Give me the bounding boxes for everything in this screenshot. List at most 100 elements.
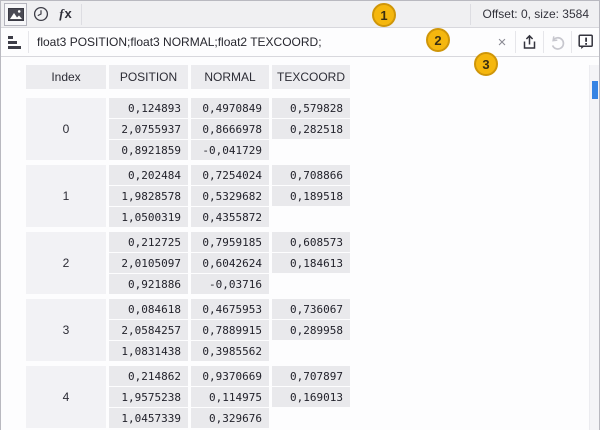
value-cell[interactable]: 0,608573: [272, 232, 350, 252]
value-cell[interactable]: -0,03716: [191, 274, 269, 294]
vertical-scrollbar[interactable]: [589, 65, 599, 430]
buffer-format-input[interactable]: [29, 29, 489, 55]
clock-icon: [33, 6, 49, 22]
value-cell[interactable]: 2,0584257: [109, 320, 188, 340]
column-position: 0,2024841,98285781,0500319: [109, 165, 188, 227]
value-cell[interactable]: 0,212725: [109, 232, 188, 252]
fx-icon: fx: [59, 6, 72, 22]
column-position: 0,2127252,01050970,921886: [109, 232, 188, 294]
column-header-index[interactable]: Index: [26, 65, 106, 89]
value-cell[interactable]: -0,041729: [191, 140, 269, 160]
empty-cell: [272, 341, 350, 361]
value-cell[interactable]: 0,6042624: [191, 253, 269, 273]
column-normal: 0,79591850,6042624-0,03716: [191, 232, 269, 294]
column-normal: 0,46759530,78899150,3985562: [191, 299, 269, 361]
value-cell[interactable]: 0,4675953: [191, 299, 269, 319]
clear-format-button[interactable]: ×: [489, 28, 515, 56]
annotation-badge-1: 1: [372, 3, 396, 27]
value-cell[interactable]: 0,7889915: [191, 320, 269, 340]
value-cell[interactable]: 0,921886: [109, 274, 188, 294]
buffer-rows: 00,1248932,07559370,89218590,49708490,86…: [1, 98, 599, 428]
value-cell[interactable]: 0,7254024: [191, 165, 269, 185]
index-cell[interactable]: 1: [26, 165, 106, 227]
value-cell[interactable]: 0,9370669: [191, 366, 269, 386]
column-texcoord: 0,7088660,189518: [272, 165, 350, 227]
value-cell[interactable]: 1,9828578: [109, 186, 188, 206]
export-icon: [521, 34, 538, 51]
row-offset-button[interactable]: [1, 28, 28, 56]
value-cell[interactable]: 0,202484: [109, 165, 188, 185]
value-cell[interactable]: 1,0500319: [109, 207, 188, 227]
value-cell[interactable]: 0,114975: [191, 387, 269, 407]
value-cell[interactable]: 0,8921859: [109, 140, 188, 160]
column-normal: 0,72540240,53296820,4355872: [191, 165, 269, 227]
value-cell[interactable]: 0,289958: [272, 320, 350, 340]
column-texcoord: 0,5798280,282518: [272, 98, 350, 160]
column-texcoord: 0,6085730,184613: [272, 232, 350, 294]
toolbar: fx Offset: 0, size: 3584: [1, 1, 599, 28]
value-cell[interactable]: 0,329676: [191, 408, 269, 428]
annotation-badge-3: 3: [474, 52, 498, 76]
format-bar: ×: [1, 28, 599, 57]
undo-icon: [550, 35, 566, 50]
history-button[interactable]: [29, 3, 52, 26]
undo-button[interactable]: [544, 28, 571, 56]
function-button[interactable]: fx: [54, 3, 77, 26]
column-header-position[interactable]: POSITION: [109, 65, 188, 89]
column-normal: 0,93706690,1149750,329676: [191, 366, 269, 428]
toolbar-separator-right: [470, 4, 471, 25]
value-cell[interactable]: 0,214862: [109, 366, 188, 386]
value-cell[interactable]: 0,8666978: [191, 119, 269, 139]
value-cell[interactable]: 0,084618: [109, 299, 188, 319]
annotation-badge-2: 2: [426, 28, 450, 52]
image-view-button[interactable]: [4, 3, 27, 26]
table-row: 30,0846182,05842571,08314380,46759530,78…: [26, 299, 599, 361]
index-cell[interactable]: 2: [26, 232, 106, 294]
value-cell[interactable]: 2,0105097: [109, 253, 188, 273]
value-cell[interactable]: 0,708866: [272, 165, 350, 185]
table-row: 40,2148621,95752381,04573390,93706690,11…: [26, 366, 599, 428]
index-cell[interactable]: 3: [26, 299, 106, 361]
index-cell[interactable]: 0: [26, 98, 106, 160]
table-row: 20,2127252,01050970,9218860,79591850,604…: [26, 232, 599, 294]
value-cell[interactable]: 0,707897: [272, 366, 350, 386]
value-cell[interactable]: 0,189518: [272, 186, 350, 206]
value-cell[interactable]: 0,4970849: [191, 98, 269, 118]
column-position: 0,1248932,07559370,8921859: [109, 98, 188, 160]
tooltip-help-icon: [578, 34, 594, 50]
export-button[interactable]: [516, 28, 543, 56]
column-texcoord: 0,7078970,169013: [272, 366, 350, 428]
column-position: 0,2148621,95752381,0457339: [109, 366, 188, 428]
value-cell[interactable]: 0,3985562: [191, 341, 269, 361]
scrollbar-thumb[interactable]: [592, 81, 598, 99]
empty-cell: [272, 207, 350, 227]
column-header-texcoord[interactable]: TEXCOORD: [272, 65, 350, 89]
buffer-data-panel: Index POSITION NORMAL TEXCOORD 00,124893…: [1, 65, 599, 430]
offset-size-status: Offset: 0, size: 3584: [474, 7, 597, 21]
table-row: 00,1248932,07559370,89218590,49708490,86…: [26, 98, 599, 160]
value-cell[interactable]: 0,282518: [272, 119, 350, 139]
column-header-normal[interactable]: NORMAL: [191, 65, 269, 89]
value-cell[interactable]: 1,0457339: [109, 408, 188, 428]
table-header-row: Index POSITION NORMAL TEXCOORD: [26, 65, 599, 89]
column-normal: 0,49708490,8666978-0,041729: [191, 98, 269, 160]
help-button[interactable]: [572, 28, 599, 56]
value-cell[interactable]: 2,0755937: [109, 119, 188, 139]
value-cell[interactable]: 0,7959185: [191, 232, 269, 252]
image-icon: [8, 8, 24, 21]
empty-cell: [272, 408, 350, 428]
value-cell[interactable]: 1,0831438: [109, 341, 188, 361]
table-row: 10,2024841,98285781,05003190,72540240,53…: [26, 165, 599, 227]
value-cell[interactable]: 0,5329682: [191, 186, 269, 206]
value-cell[interactable]: 1,9575238: [109, 387, 188, 407]
column-position: 0,0846182,05842571,0831438: [109, 299, 188, 361]
value-cell[interactable]: 0,736067: [272, 299, 350, 319]
empty-cell: [272, 140, 350, 160]
value-cell[interactable]: 0,579828: [272, 98, 350, 118]
index-cell[interactable]: 4: [26, 366, 106, 428]
empty-cell: [272, 274, 350, 294]
value-cell[interactable]: 0,184613: [272, 253, 350, 273]
value-cell[interactable]: 0,169013: [272, 387, 350, 407]
value-cell[interactable]: 0,124893: [109, 98, 188, 118]
value-cell[interactable]: 0,4355872: [191, 207, 269, 227]
